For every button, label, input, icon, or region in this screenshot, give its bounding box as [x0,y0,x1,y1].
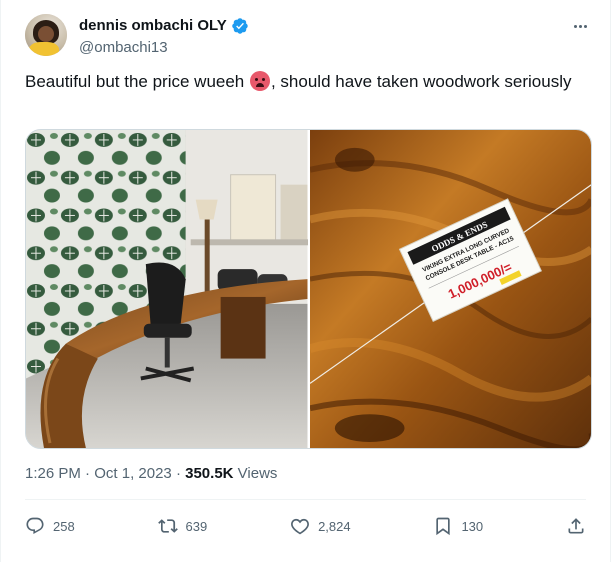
tweet-text-part1: Beautiful but the price wueeh [25,72,249,91]
tweet-card: dennis ombachi OLY @ombachi13 Beautiful … [0,0,611,562]
bookmark-icon [436,517,451,536]
retweet-icon [157,519,178,533]
like-count: 2,824 [318,518,351,534]
meta-separator-2: · [171,465,186,482]
media-photo-price-tag[interactable]: ODDS & ENDS VIKING EXTRA LONG CURVED CON… [309,130,591,448]
action-bar: 258 639 2,824 130 [25,510,586,542]
tweet-date[interactable]: Oct 1, 2023 [94,465,172,482]
author-avatar[interactable] [25,14,67,56]
more-options-icon[interactable] [570,16,590,36]
tweet-text-part2: , should have taken woodwork seriously [270,72,572,91]
media-photo-desk[interactable] [26,130,308,448]
tweet-text: Beautiful but the price wueeh , should h… [25,70,585,94]
bookmark-button[interactable]: 130 [433,516,483,536]
reply-count: 258 [53,518,75,534]
bookmark-count: 130 [461,518,484,534]
author-handle[interactable]: @ombachi13 [79,38,249,58]
verified-badge-icon [232,18,248,34]
hot-face-emoji-icon [249,71,270,91]
reply-icon [26,517,44,534]
tweet-header: dennis ombachi OLY @ombachi13 [25,14,594,60]
heart-icon [291,518,310,535]
like-button[interactable]: 2,824 [290,516,351,536]
divider [25,499,586,500]
views-count: 350.5K [185,465,234,482]
tweet-media[interactable]: ODDS & ENDS VIKING EXTRA LONG CURVED CON… [25,129,592,449]
retweet-button[interactable]: 639 [157,516,208,536]
retweet-count: 639 [185,518,208,534]
share-button[interactable] [566,516,586,536]
author-names: dennis ombachi OLY @ombachi13 [79,16,249,58]
reply-button[interactable]: 258 [25,516,75,536]
author-display-name[interactable]: dennis ombachi OLY [79,16,227,36]
share-icon [568,518,584,534]
meta-separator: · [80,465,95,482]
views-label: Views [233,465,278,482]
tweet-time[interactable]: 1:26 PM [25,465,81,482]
tweet-meta: 1:26 PM · Oct 1, 2023 · 350.5K Views [25,464,277,484]
